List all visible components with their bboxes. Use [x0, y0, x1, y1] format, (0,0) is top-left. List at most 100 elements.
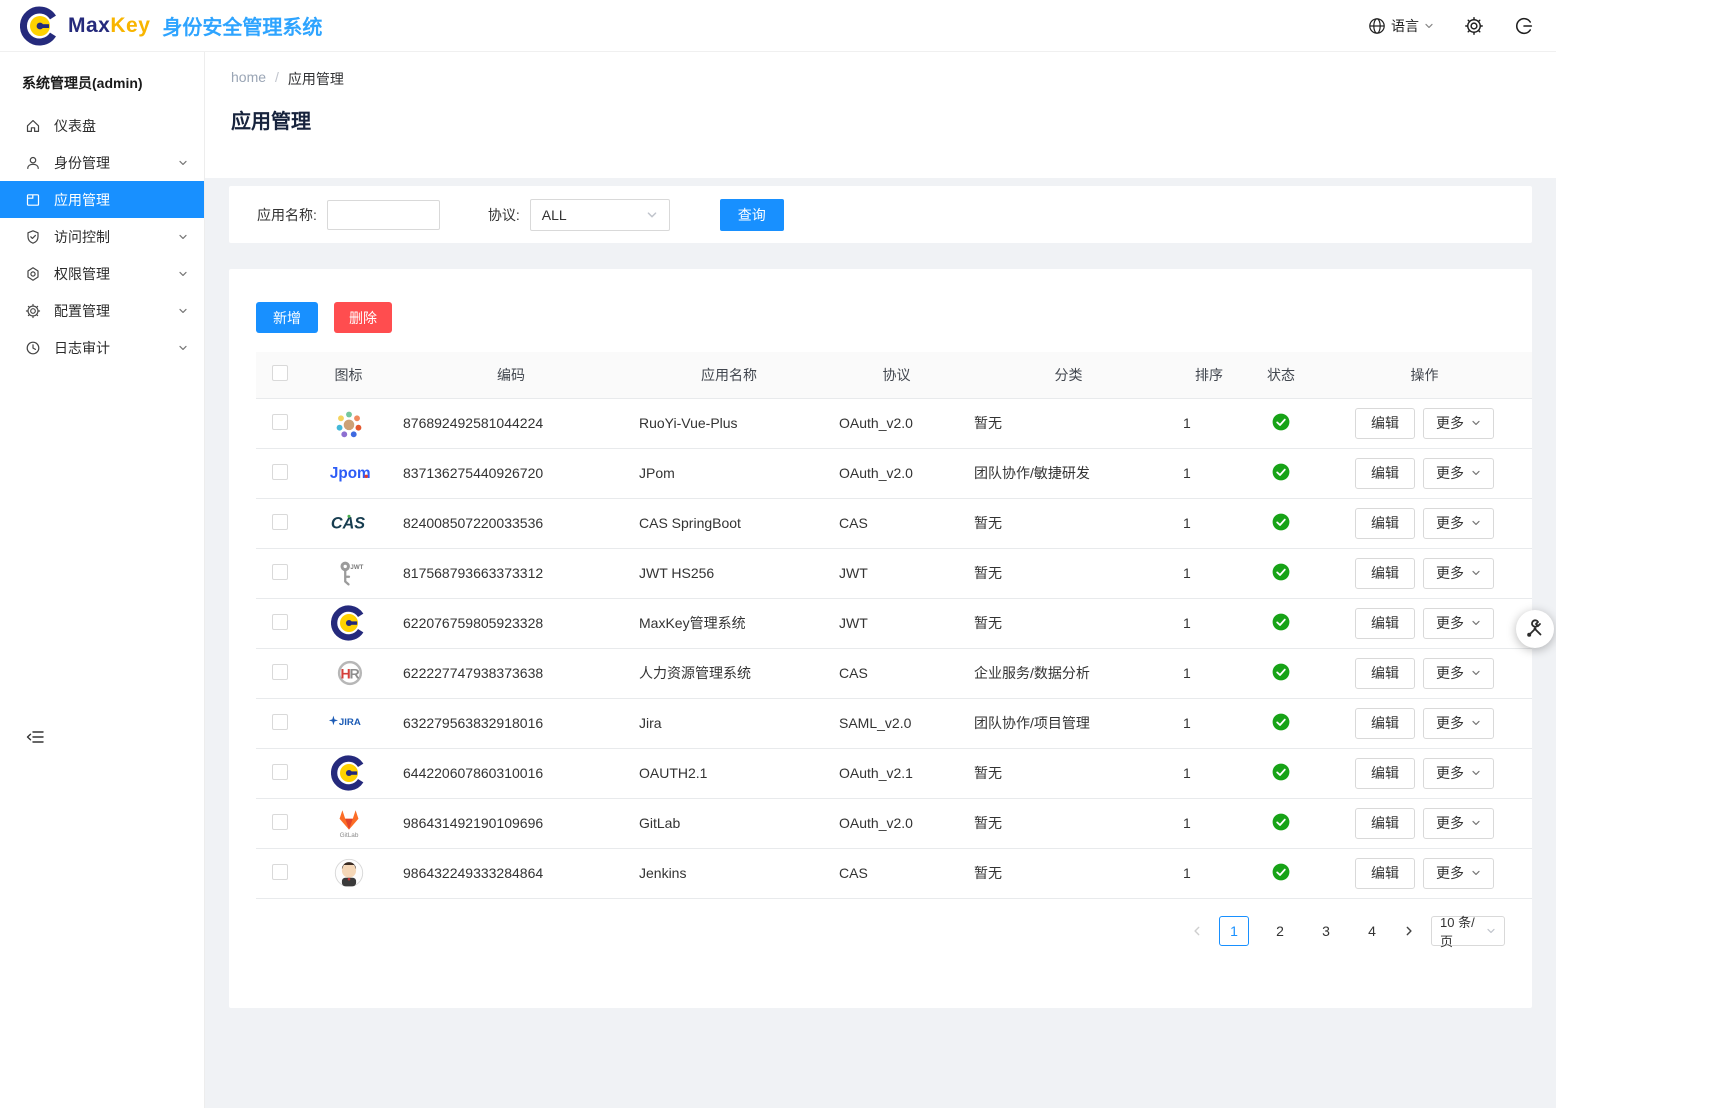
edit-button[interactable]: 编辑	[1355, 558, 1415, 589]
filter-panel: 应用名称: 协议: ALL 查询	[229, 186, 1532, 243]
chevron-down-icon	[1471, 818, 1481, 828]
more-button[interactable]: 更多	[1423, 808, 1494, 839]
app-name-label: 应用名称:	[257, 205, 317, 225]
edit-button[interactable]: 编辑	[1355, 608, 1415, 639]
app-protocol: OAuth_v2.0	[839, 815, 913, 831]
app-sort: 1	[1183, 765, 1191, 781]
pagination-page-2[interactable]: 2	[1265, 916, 1295, 946]
logout-button[interactable]	[1514, 16, 1534, 36]
pagination-next-button[interactable]	[1403, 925, 1415, 937]
more-button[interactable]: 更多	[1423, 458, 1494, 489]
pagination-page-1[interactable]: 1	[1219, 916, 1249, 946]
more-button-label: 更多	[1436, 663, 1464, 683]
language-menu[interactable]: 语言	[1368, 16, 1434, 36]
sidebar-item-2[interactable]: 应用管理	[0, 181, 204, 218]
app-protocol: JWT	[839, 565, 868, 581]
app-code: 622076759805923328	[403, 615, 543, 631]
edit-button[interactable]: 编辑	[1355, 708, 1415, 739]
app-protocol: OAuth_v2.0	[839, 465, 913, 481]
svg-text:Jpom: Jpom	[329, 465, 369, 482]
status-enabled-badge	[1272, 413, 1290, 431]
app-protocol: CAS	[839, 865, 868, 881]
app-code: 632279563832918016	[403, 715, 543, 731]
add-button[interactable]: 新增	[256, 302, 318, 333]
edit-button[interactable]: 编辑	[1355, 758, 1415, 789]
table-body: 876892492581044224RuoYi-Vue-PlusOAuth_v2…	[256, 398, 1532, 898]
table-panel: 新增 删除 图标 编码 应用名称 协议	[229, 269, 1532, 1008]
globe-icon	[1368, 17, 1386, 35]
sidebar-item-4[interactable]: 权限管理	[0, 255, 204, 292]
maxkey-logo-icon	[20, 6, 60, 46]
chevron-down-icon	[178, 343, 188, 353]
status-enabled-badge	[1272, 763, 1290, 781]
pagination-page-4[interactable]: 4	[1357, 916, 1387, 946]
row-checkbox[interactable]	[272, 714, 288, 730]
content: 应用名称: 协议: ALL 查询 新增 删除	[205, 178, 1556, 1108]
pagination-page-3[interactable]: 3	[1311, 916, 1341, 946]
row-checkbox[interactable]	[272, 664, 288, 680]
page-size-select[interactable]: 10 条/页	[1431, 916, 1505, 946]
column-header-code: 编码	[393, 352, 629, 398]
cas-icon: CAS	[304, 502, 393, 544]
chevron-down-icon	[1471, 618, 1481, 628]
app-protocol: SAML_v2.0	[839, 715, 911, 731]
row-checkbox[interactable]	[272, 764, 288, 780]
edit-button[interactable]: 编辑	[1355, 858, 1415, 889]
edit-button[interactable]: 编辑	[1355, 658, 1415, 689]
delete-button[interactable]: 删除	[334, 302, 392, 333]
row-checkbox[interactable]	[272, 614, 288, 630]
sidebar-user-label: 系统管理员(admin)	[0, 52, 204, 101]
page-title: 应用管理	[231, 105, 311, 134]
chevron-down-icon	[646, 209, 658, 221]
sidebar-item-1[interactable]: 身份管理	[0, 144, 204, 181]
sidebar-collapse-button[interactable]	[26, 728, 44, 746]
settings-button[interactable]	[1464, 16, 1484, 36]
app-sort: 1	[1183, 515, 1191, 531]
row-checkbox[interactable]	[272, 564, 288, 580]
user-icon	[25, 155, 41, 171]
brand[interactable]: MaxKey 身份安全管理系统	[0, 6, 322, 46]
more-button[interactable]: 更多	[1423, 608, 1494, 639]
brand-subtitle: 身份安全管理系统	[162, 11, 322, 40]
app-name: CAS SpringBoot	[639, 515, 741, 531]
row-checkbox[interactable]	[272, 464, 288, 480]
row-checkbox[interactable]	[272, 414, 288, 430]
more-button[interactable]: 更多	[1423, 858, 1494, 889]
app-code: 837136275440926720	[403, 465, 543, 481]
pagination-pages: 1234	[1219, 916, 1387, 946]
sidebar-item-label: 仪表盘	[54, 116, 96, 136]
breadcrumb-home-link[interactable]: home	[231, 69, 266, 89]
row-checkbox[interactable]	[272, 864, 288, 880]
column-header-name: 应用名称	[629, 352, 829, 398]
sidebar-item-5[interactable]: 配置管理	[0, 292, 204, 329]
sidebar-item-6[interactable]: 日志审计	[0, 329, 204, 366]
chevron-down-icon	[178, 306, 188, 316]
protocol-select[interactable]: ALL	[530, 199, 670, 231]
applications-table: 图标 编码 应用名称 协议 分类 排序 状态 操作 87689249258104…	[256, 352, 1532, 899]
sidebar-item-0[interactable]: 仪表盘	[0, 107, 204, 144]
pagination-prev-button[interactable]	[1191, 925, 1203, 937]
sidebar-item-3[interactable]: 访问控制	[0, 218, 204, 255]
row-checkbox[interactable]	[272, 814, 288, 830]
floating-tools-button[interactable]	[1516, 610, 1554, 648]
more-button[interactable]: 更多	[1423, 758, 1494, 789]
more-button[interactable]: 更多	[1423, 708, 1494, 739]
more-button[interactable]: 更多	[1423, 658, 1494, 689]
more-button-label: 更多	[1436, 813, 1464, 833]
edit-button[interactable]: 编辑	[1355, 458, 1415, 489]
more-button[interactable]: 更多	[1423, 558, 1494, 589]
edit-button[interactable]: 编辑	[1355, 408, 1415, 439]
edit-button[interactable]: 编辑	[1355, 808, 1415, 839]
edit-button[interactable]: 编辑	[1355, 508, 1415, 539]
row-checkbox[interactable]	[272, 514, 288, 530]
app-name: RuoYi-Vue-Plus	[639, 415, 738, 431]
jira-icon: JIRA	[304, 702, 393, 744]
app-name-input[interactable]	[327, 200, 440, 230]
more-button[interactable]: 更多	[1423, 408, 1494, 439]
sidebar-menu: 仪表盘身份管理应用管理访问控制权限管理配置管理日志审计	[0, 107, 204, 366]
search-button[interactable]: 查询	[720, 199, 784, 231]
more-button[interactable]: 更多	[1423, 508, 1494, 539]
select-all-checkbox[interactable]	[272, 365, 288, 381]
app-window: MaxKey 身份安全管理系统 语言 系统管理员(admin) 仪表盘身份管理应…	[0, 0, 1556, 1108]
app-name: JWT HS256	[639, 565, 714, 581]
